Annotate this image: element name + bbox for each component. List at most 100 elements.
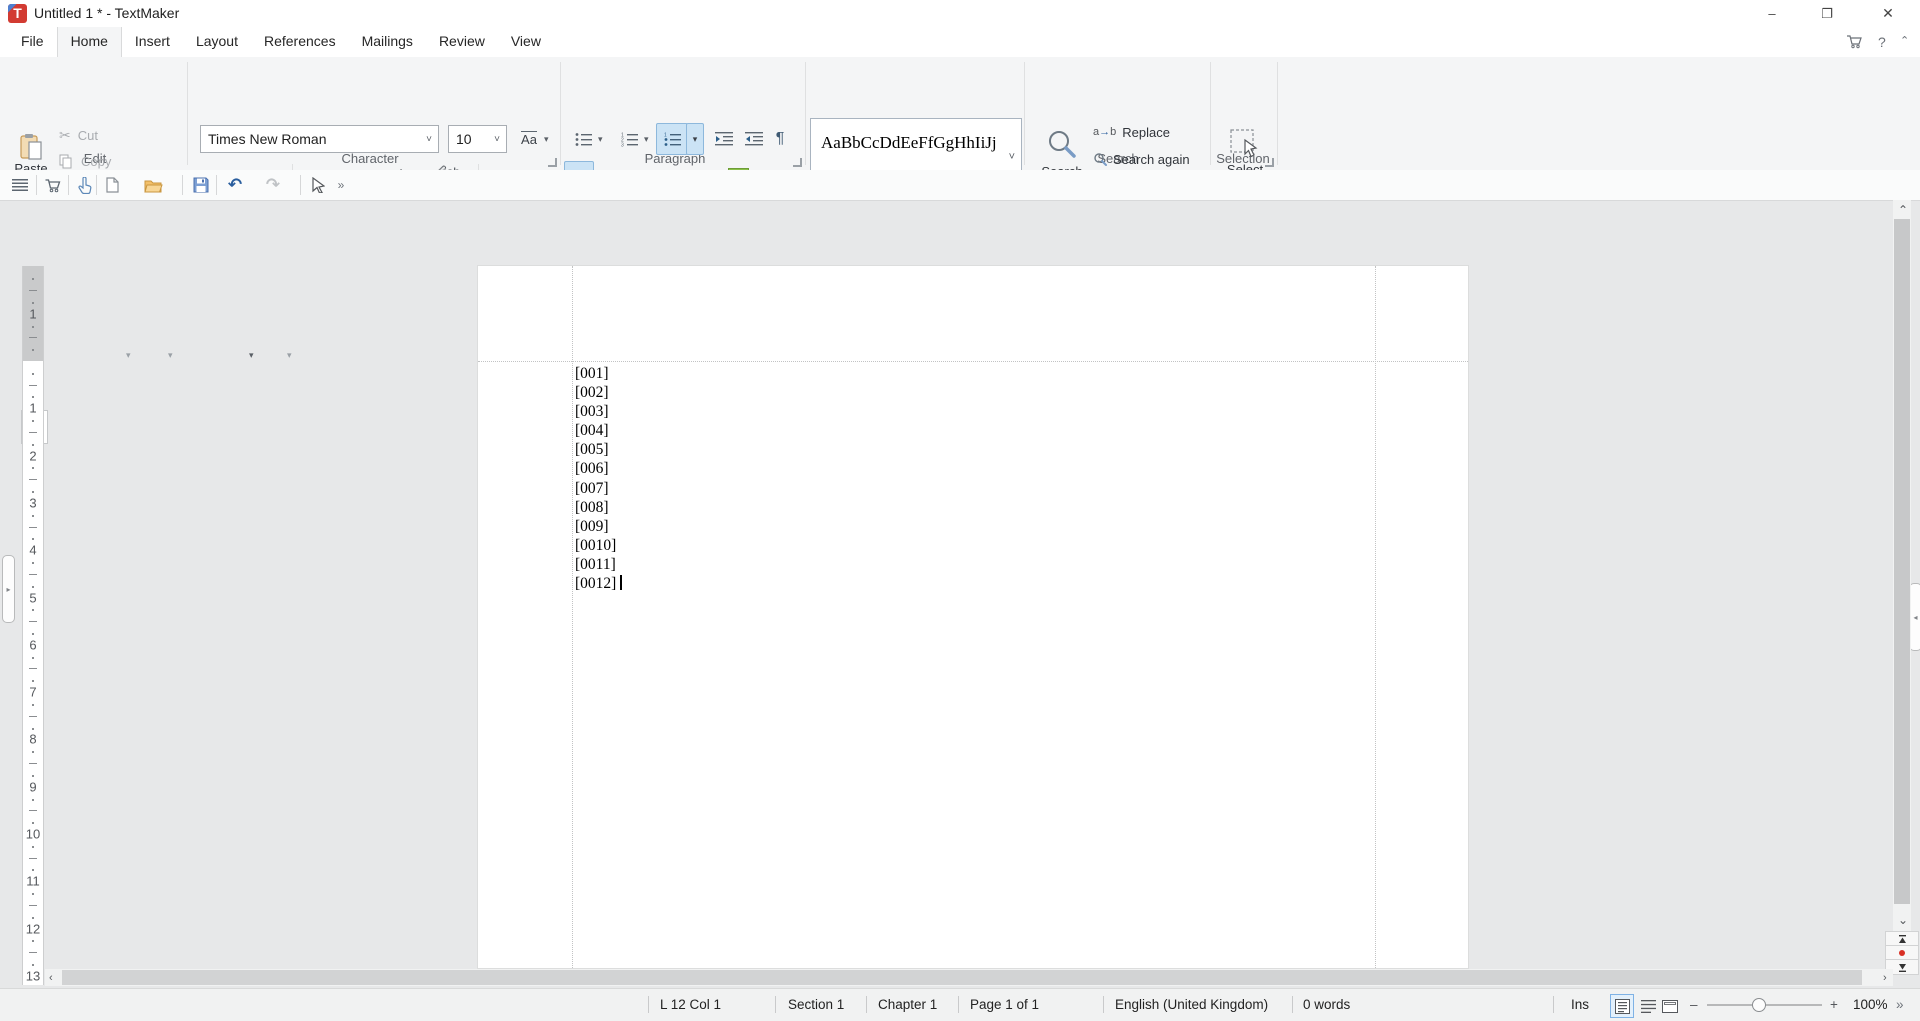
document-line[interactable]: [005] — [575, 440, 622, 459]
restore-button[interactable]: ❐ — [1809, 0, 1845, 27]
next-object-icon — [1898, 963, 1907, 972]
document-line[interactable]: [0010] — [575, 536, 622, 555]
new-document-button[interactable] — [101, 174, 123, 196]
open-folder-icon — [144, 178, 163, 193]
object-mode-button[interactable] — [307, 174, 329, 196]
vertical-scrollbar[interactable]: ⌃ ⌄ — [1893, 200, 1911, 931]
document-line[interactable]: [003] — [575, 402, 622, 421]
help-icon[interactable]: ? — [1878, 34, 1886, 50]
scroll-down-icon[interactable]: ⌄ — [1898, 914, 1908, 926]
replace-icon: a→b — [1093, 126, 1116, 138]
numbered-list-dropdown-arrow[interactable]: ▾ — [644, 134, 649, 145]
scroll-left-icon[interactable]: ‹ — [49, 972, 53, 984]
document-line[interactable]: [004] — [575, 421, 622, 440]
text-boundary-right — [1375, 266, 1376, 968]
redo-button[interactable]: ↷ — [262, 174, 284, 196]
document-line[interactable]: [002] — [575, 383, 622, 402]
undo-button[interactable]: ↶ — [224, 174, 246, 196]
menu-tab-view[interactable]: View — [498, 27, 554, 57]
view-toolbars-button[interactable] — [9, 174, 31, 196]
formatted-list-icon: 1 — [664, 132, 681, 147]
vertical-scrollbar-thumb[interactable] — [1894, 219, 1910, 904]
menu-tab-references[interactable]: References — [251, 27, 349, 57]
shop-cart-icon[interactable] — [1846, 33, 1863, 50]
menu-tab-mailings[interactable]: Mailings — [349, 27, 426, 57]
bullet-list-dropdown-arrow[interactable]: ▾ — [598, 134, 603, 145]
cut-button[interactable]: ✂ Cut — [58, 123, 185, 147]
document-line[interactable]: [001] — [575, 364, 622, 383]
title-bar: T Untitled 1 * - TextMaker – ❐ ✕ — [0, 0, 1920, 27]
document-line[interactable]: [0012] — [575, 574, 622, 593]
language-indicator[interactable]: English (United Kingdom) — [1115, 997, 1268, 1012]
menu-tab-home[interactable]: Home — [57, 27, 122, 57]
group-separator — [1024, 62, 1025, 165]
change-case-dropdown-arrow[interactable]: ▾ — [544, 134, 549, 145]
search-again-button[interactable]: Search again — [1092, 148, 1212, 170]
document-line[interactable]: [0011] — [575, 555, 622, 574]
bullet-list-icon — [575, 132, 592, 147]
decrease-indent-button[interactable] — [740, 125, 768, 153]
page-indicator[interactable]: Page 1 of 1 — [970, 997, 1039, 1012]
insert-mode-indicator[interactable]: Ins — [1571, 997, 1589, 1012]
statusbar-overflow-button[interactable]: » — [1896, 997, 1904, 1012]
svg-text:3: 3 — [621, 142, 624, 147]
svg-text:1: 1 — [664, 132, 667, 138]
menu-tab-file[interactable]: File — [8, 27, 57, 57]
textmaker-window: T Untitled 1 * - TextMaker – ❐ ✕ FileHom… — [0, 0, 1920, 1020]
font-name-combo[interactable]: Times New Roman ˅ — [200, 125, 439, 153]
scroll-right-icon[interactable]: › — [1883, 972, 1887, 984]
change-case-button[interactable]: Aa — [515, 125, 543, 153]
window-title: Untitled 1 * - TextMaker — [34, 5, 179, 21]
bullet-list-button[interactable] — [570, 125, 596, 153]
scroll-up-icon[interactable]: ⌃ — [1898, 204, 1908, 216]
page-view-button-active[interactable] — [1610, 994, 1634, 1018]
normal-view-button[interactable] — [1636, 994, 1660, 1018]
increase-indent-icon — [715, 132, 733, 146]
formatted-list-dropdown-arrow[interactable]: ▾ — [686, 123, 704, 155]
page-view-icon — [1615, 999, 1630, 1014]
horizontal-scrollbar[interactable]: ‹ › — [45, 969, 1893, 986]
menu-tab-insert[interactable]: Insert — [122, 27, 183, 57]
styles-chevron-down-icon[interactable]: ˅ — [1009, 151, 1015, 163]
search-icon — [1046, 128, 1078, 160]
document-line[interactable]: [008] — [575, 498, 622, 517]
open-button[interactable] — [142, 174, 164, 196]
pointer-arrow-icon — [312, 177, 325, 193]
menu-tab-review[interactable]: Review — [426, 27, 498, 57]
horizontal-scrollbar-thumb[interactable] — [62, 970, 1862, 985]
numbered-list-button[interactable]: 123 — [616, 125, 642, 153]
zoom-level[interactable]: 100% — [1853, 997, 1888, 1012]
toolbar-overflow-button[interactable]: » — [330, 174, 352, 196]
page[interactable]: [001][002][003][004][005][006][007][008]… — [478, 266, 1468, 968]
close-button[interactable]: ✕ — [1870, 0, 1906, 27]
save-button[interactable] — [190, 174, 212, 196]
zoom-out-button[interactable]: – — [1690, 997, 1698, 1012]
chapter-indicator[interactable]: Chapter 1 — [878, 997, 937, 1012]
section-indicator[interactable]: Section 1 — [788, 997, 844, 1012]
pilcrow-button[interactable]: ¶ — [768, 125, 792, 153]
zoom-in-button[interactable]: + — [1830, 997, 1838, 1012]
group-separator — [805, 62, 806, 165]
menu-tab-layout[interactable]: Layout — [183, 27, 251, 57]
replace-button[interactable]: a→b Replace — [1092, 121, 1204, 143]
formatted-list-button-active[interactable]: 1 — [656, 123, 688, 155]
paragraph-dialog-launcher[interactable] — [793, 158, 802, 167]
collapse-ribbon-icon[interactable]: ⌃ — [1900, 34, 1909, 47]
minimize-button[interactable]: – — [1754, 0, 1790, 27]
select-all-icon — [1230, 129, 1260, 159]
zoom-slider-knob[interactable] — [1752, 998, 1766, 1012]
document-line[interactable]: [007] — [575, 479, 622, 498]
word-count[interactable]: 0 words — [1303, 997, 1350, 1012]
touch-mode-button[interactable] — [74, 174, 96, 196]
fullscreen-view-icon — [1662, 1000, 1678, 1013]
document-text[interactable]: [001][002][003][004][005][006][007][008]… — [575, 364, 622, 593]
quick-access-toolbar: ▾ ▾ ↶ ▾ ↷ ▾ » — [0, 170, 1920, 201]
document-line[interactable]: [006] — [575, 459, 622, 478]
cursor-position[interactable]: L 12 Col 1 — [660, 997, 721, 1012]
increase-indent-button[interactable] — [710, 125, 738, 153]
document-area[interactable]: [001][002][003][004][005][006][007][008]… — [0, 250, 1893, 968]
document-line[interactable]: [009] — [575, 517, 622, 536]
fullscreen-view-button[interactable] — [1658, 994, 1682, 1018]
shop-button[interactable] — [42, 174, 64, 196]
font-size-combo[interactable]: 10 ˅ — [448, 125, 507, 153]
